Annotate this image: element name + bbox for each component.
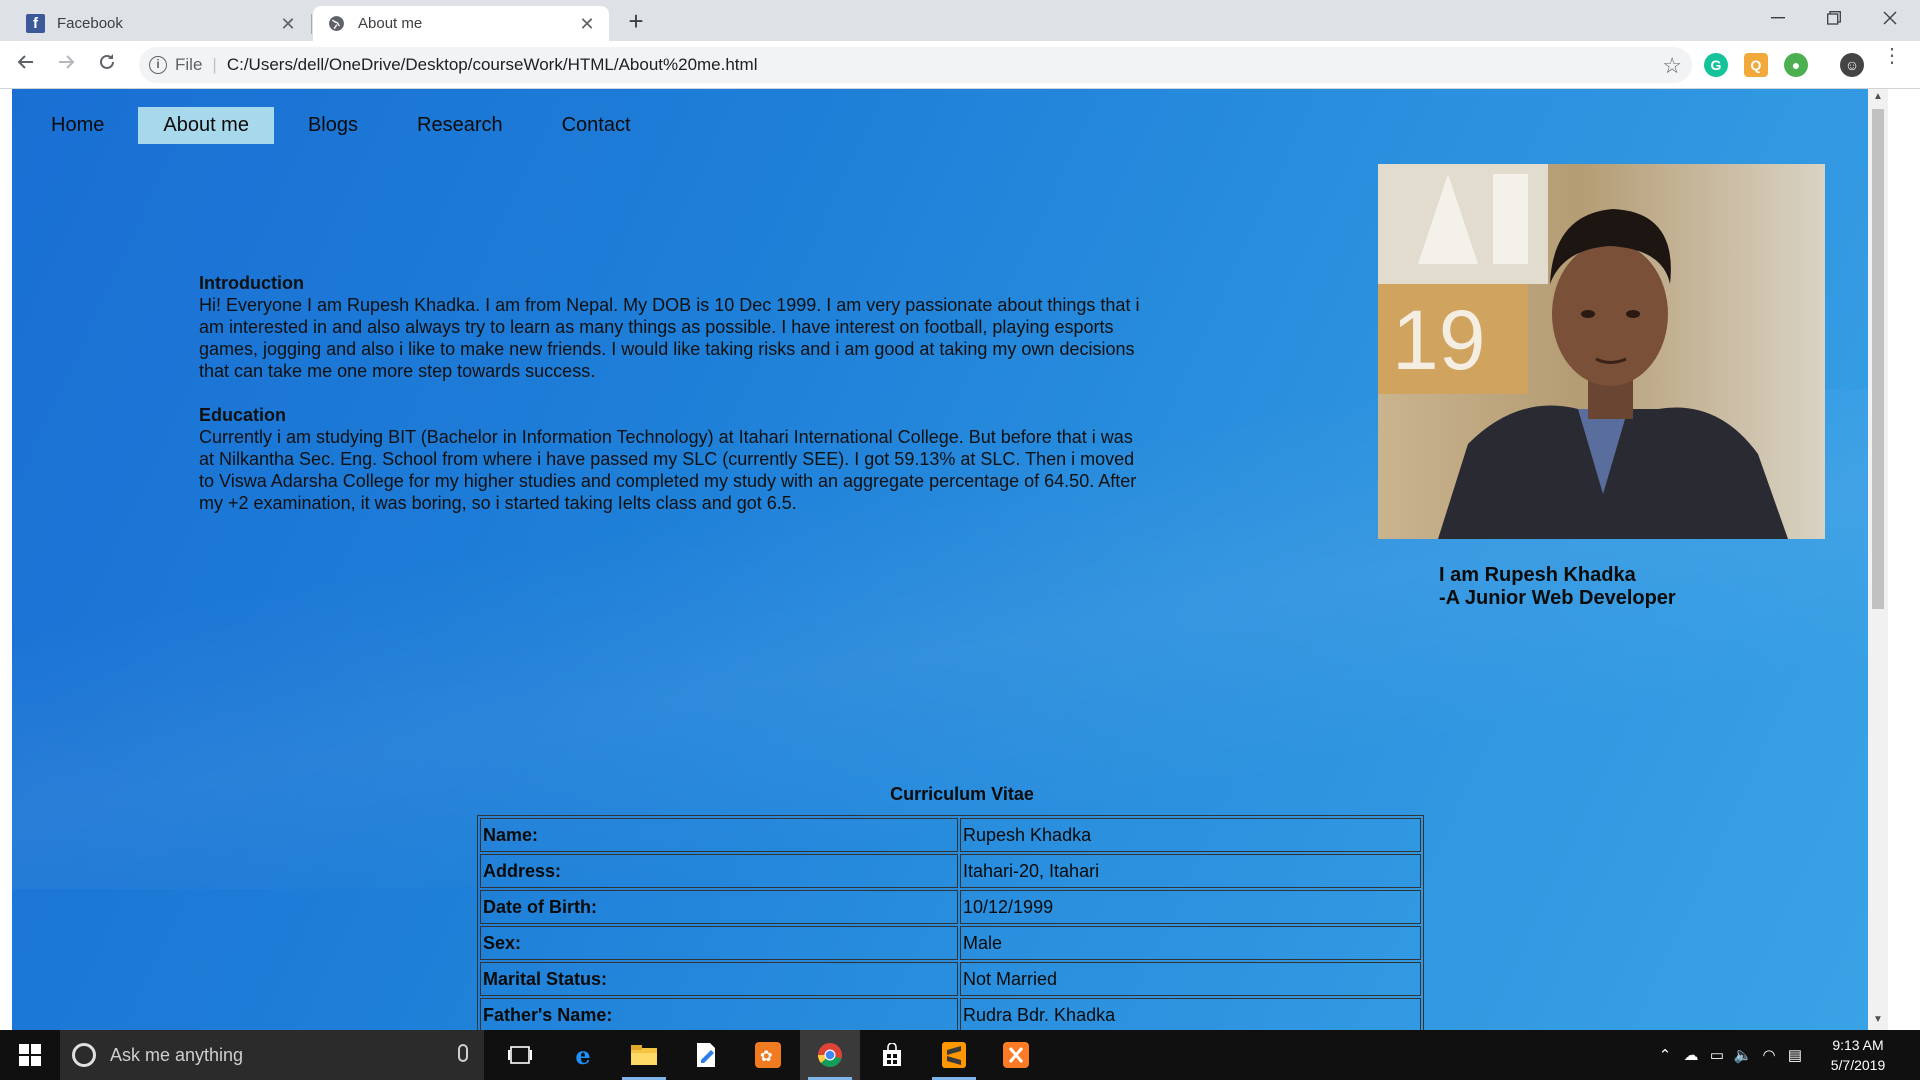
web-viewport: Home About me Blogs Research Contact Int…	[0, 89, 1920, 1030]
scroll-down-icon[interactable]: ▼	[1872, 1014, 1884, 1028]
facebook-icon: f	[26, 14, 45, 33]
wifi-icon[interactable]: ◠	[1756, 1046, 1782, 1064]
cv-title: Curriculum Vitae	[890, 784, 1034, 804]
url-scheme: File	[175, 55, 203, 74]
extension-globe-icon[interactable]: ●	[1784, 53, 1808, 77]
site-navigation: Home About me Blogs Research Contact	[26, 107, 665, 144]
caption-role: -A Junior Web Developer	[1439, 587, 1676, 609]
store-icon[interactable]	[862, 1030, 922, 1080]
cv-field-label: Marital Status:	[480, 962, 958, 996]
url-separator: |	[212, 55, 217, 74]
intro-paragraph: Hi! Everyone I am Rupesh Khadka. I am fr…	[199, 295, 1140, 381]
cv-field-value: Itahari-20, Itahari	[960, 854, 1421, 888]
chrome-icon[interactable]	[800, 1030, 860, 1080]
cv-row: Name: Rupesh Khadka	[480, 818, 1421, 852]
file-explorer-icon[interactable]	[614, 1030, 674, 1080]
cv-field-label: Date of Birth:	[480, 890, 958, 924]
show-hidden-icons[interactable]: ⌃	[1652, 1046, 1678, 1064]
windows-logo-icon	[19, 1044, 41, 1066]
about-text: Introduction Hi! Everyone I am Rupesh Kh…	[199, 272, 1149, 536]
battery-icon[interactable]: ▭	[1704, 1046, 1730, 1064]
cv-field-value: Not Married	[960, 962, 1421, 996]
tab-about-me[interactable]: About me ✕	[313, 6, 609, 41]
profile-avatar[interactable]: ☺	[1840, 53, 1864, 77]
close-icon[interactable]: ✕	[278, 14, 298, 34]
forward-icon[interactable]	[52, 52, 80, 80]
notifications-icon[interactable]: ▤	[1782, 1046, 1808, 1064]
svg-text:✿: ✿	[760, 1048, 773, 1065]
tab-strip: f Facebook ✕ About me ✕ +	[0, 0, 1920, 41]
back-icon[interactable]	[12, 52, 40, 80]
search-placeholder: Ask me anything	[110, 1044, 244, 1065]
caption-name: I am Rupesh Khadka	[1439, 564, 1636, 586]
menu-icon[interactable]: ⋮	[1882, 46, 1902, 66]
profile-caption: I am Rupesh Khadka -A Junior Web Develop…	[1439, 564, 1676, 610]
grammarly-icon[interactable]: G	[1704, 53, 1728, 77]
edge-icon[interactable]: e	[553, 1030, 613, 1080]
cv-row: Father's Name: Rudra Bdr. Khadka	[480, 998, 1421, 1030]
clock-time: 9:13 AM	[1832, 1037, 1884, 1053]
nav-research[interactable]: Research	[392, 107, 528, 144]
cv-row: Date of Birth: 10/12/1999	[480, 890, 1421, 924]
cv-field-value: Rupesh Khadka	[960, 818, 1421, 852]
minimize-button[interactable]	[1750, 0, 1806, 36]
scrollbar-thumb[interactable]	[1872, 109, 1884, 609]
system-tray: ⌃ ☁ ▭ 🔈 ◠ ▤	[1652, 1030, 1808, 1080]
reload-icon[interactable]	[93, 52, 121, 80]
page-scrollbar[interactable]: ▲ ▼	[1868, 89, 1888, 1030]
browser-toolbar: i File | C:/Users/dell/OneDrive/Desktop/…	[0, 41, 1920, 89]
nav-home[interactable]: Home	[26, 107, 129, 144]
restore-button[interactable]	[1806, 0, 1862, 36]
tab-title: About me	[358, 15, 423, 32]
cv-field-label: Father's Name:	[480, 998, 958, 1030]
microphone-icon[interactable]	[458, 1044, 468, 1062]
onedrive-icon[interactable]: ☁	[1678, 1046, 1704, 1064]
close-icon[interactable]: ✕	[577, 14, 597, 34]
nav-contact[interactable]: Contact	[537, 107, 656, 144]
tab-facebook[interactable]: f Facebook ✕	[12, 6, 310, 41]
education-paragraph: Currently i am studying BIT (Bachelor in…	[199, 427, 1137, 513]
tab-title: Facebook	[57, 15, 123, 32]
cv-table: Name: Rupesh Khadka Address: Itahari-20, It…	[477, 815, 1424, 1030]
nav-about-me[interactable]: About me	[138, 107, 274, 144]
cv-field-value: Rudra Bdr. Khadka	[960, 998, 1421, 1030]
globe-icon	[327, 14, 346, 33]
xampp-icon[interactable]	[986, 1030, 1046, 1080]
page-background: Home About me Blogs Research Contact Int…	[12, 89, 1888, 1030]
cortana-search-box[interactable]: Ask me anything	[60, 1030, 484, 1080]
star-icon[interactable]: ☆	[1662, 53, 1682, 79]
task-view-icon[interactable]	[490, 1030, 550, 1080]
cv-row: Marital Status: Not Married	[480, 962, 1421, 996]
windows-start-button[interactable]	[0, 1030, 60, 1080]
education-heading: Education	[199, 405, 287, 425]
cv-row: Sex: Male	[480, 926, 1421, 960]
cv-field-value: Male	[960, 926, 1421, 960]
document-editor-icon[interactable]	[676, 1030, 736, 1080]
new-tab-button[interactable]: +	[622, 8, 650, 36]
clock-date: 5/7/2019	[1830, 1057, 1886, 1073]
url-text[interactable]: C:/Users/dell/OneDrive/Desktop/courseWor…	[227, 55, 758, 75]
sublime-text-icon[interactable]	[924, 1030, 984, 1080]
intro-heading: Introduction	[199, 273, 304, 293]
scroll-up-icon[interactable]: ▲	[1872, 91, 1884, 105]
photo-background-digits: 19	[1392, 293, 1485, 387]
extension-search-icon[interactable]: Q	[1744, 53, 1768, 77]
nav-blogs[interactable]: Blogs	[283, 107, 383, 144]
address-bar[interactable]: i File | C:/Users/dell/OneDrive/Desktop/…	[139, 47, 1692, 83]
cv-field-label: Address:	[480, 854, 958, 888]
tab-divider	[311, 14, 312, 34]
profile-photo: 19	[1378, 164, 1825, 539]
cv-field-value: 10/12/1999	[960, 890, 1421, 924]
uc-browser-icon[interactable]: ✿	[738, 1030, 798, 1080]
cv-row: Address: Itahari-20, Itahari	[480, 854, 1421, 888]
close-window-button[interactable]	[1862, 0, 1918, 36]
cv-field-label: Name:	[480, 818, 958, 852]
taskbar: Ask me anything e ✿ ⌃ ☁ ▭ 🔈 ◠ ▤ 9:13 AM …	[0, 1030, 1920, 1080]
info-icon[interactable]: i	[149, 56, 167, 74]
cv-field-label: Sex:	[480, 926, 958, 960]
taskbar-clock[interactable]: 9:13 AM 5/7/2019	[1818, 1035, 1898, 1075]
cortana-icon	[72, 1043, 96, 1067]
volume-icon[interactable]: 🔈	[1730, 1046, 1756, 1064]
